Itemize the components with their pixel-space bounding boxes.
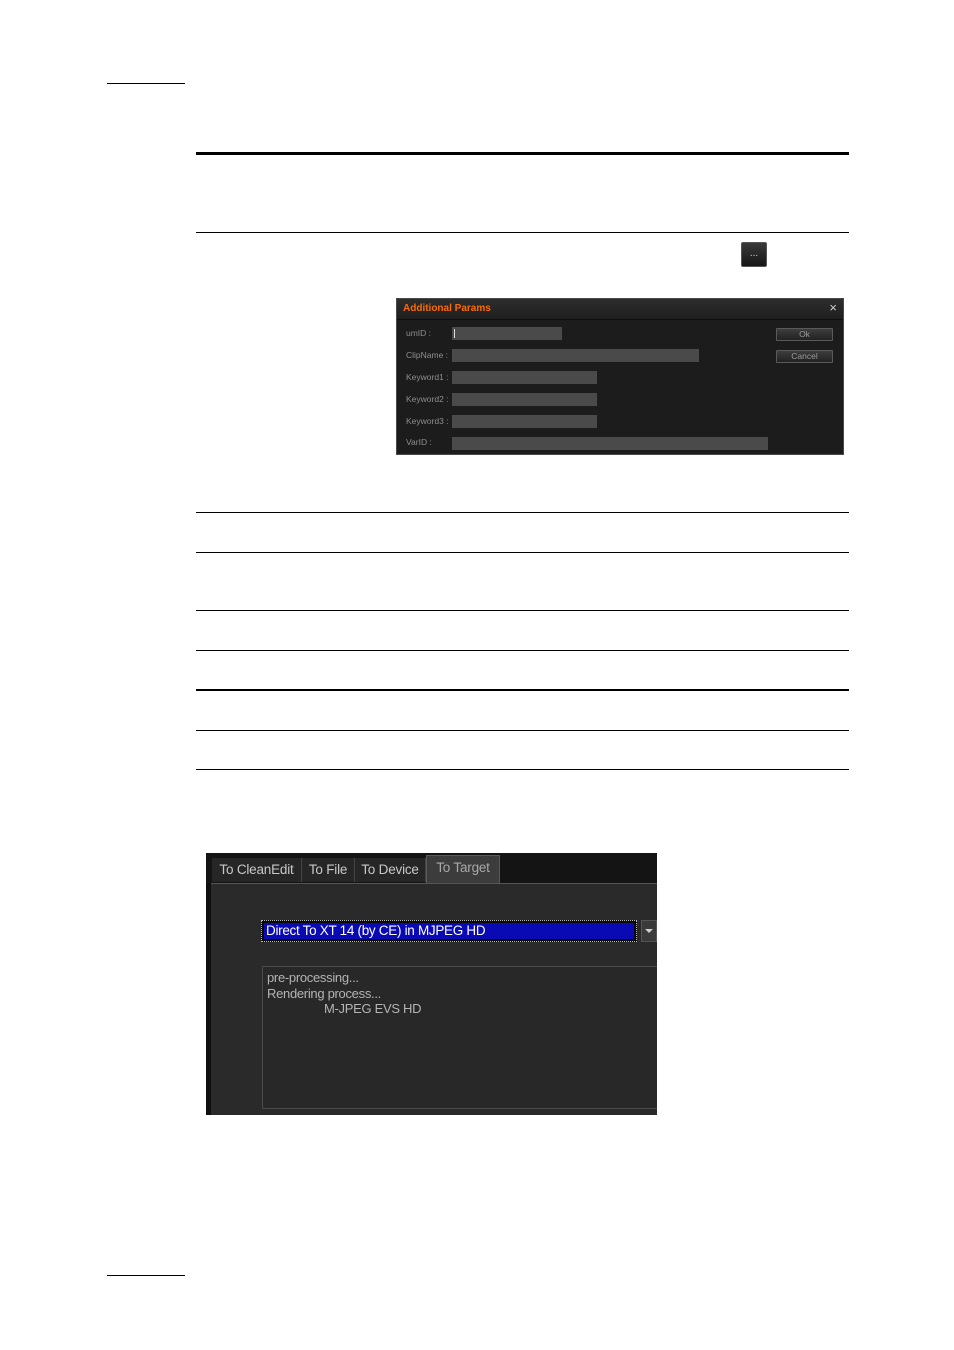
keyword1-label: Keyword1 : bbox=[406, 372, 449, 382]
table-section-rule bbox=[196, 689, 849, 691]
log-line: pre-processing... bbox=[267, 970, 359, 985]
table-top-rule bbox=[196, 152, 849, 155]
cancel-button[interactable]: Cancel bbox=[776, 350, 833, 363]
ok-button[interactable]: Ok bbox=[776, 328, 833, 341]
text-cursor bbox=[454, 329, 455, 338]
clipname-field[interactable] bbox=[452, 349, 699, 362]
table-rule bbox=[196, 730, 849, 731]
varid-field[interactable] bbox=[452, 437, 768, 450]
table-rule bbox=[196, 232, 849, 233]
clipname-label: ClipName : bbox=[406, 350, 449, 360]
footer-rule bbox=[107, 1275, 185, 1276]
varid-label: VarID : bbox=[406, 437, 432, 447]
keyword3-label: Keyword3 : bbox=[406, 416, 449, 426]
process-log: pre-processing... Rendering process... M… bbox=[262, 966, 657, 1109]
transfer-panel: To CleanEdit To File To Device To Target… bbox=[206, 853, 657, 1115]
table-rule bbox=[196, 512, 849, 513]
tab-to-file[interactable]: To File bbox=[302, 858, 355, 882]
keyword2-label: Keyword2 : bbox=[406, 394, 449, 404]
ellipsis-button[interactable]: ... bbox=[741, 242, 767, 267]
log-line: M-JPEG EVS HD bbox=[324, 1001, 422, 1016]
dialog-title: Additional Params bbox=[403, 303, 491, 314]
table-bottom-rule bbox=[196, 769, 849, 770]
table-rule bbox=[196, 552, 849, 553]
table-rule bbox=[196, 610, 849, 611]
tab-to-cleanedit[interactable]: To CleanEdit bbox=[212, 858, 302, 882]
table-rule bbox=[196, 650, 849, 651]
header-rule bbox=[107, 83, 185, 84]
log-line: Rendering process... bbox=[267, 985, 381, 1001]
target-select-value: Direct To XT 14 (by CE) in MJPEG HD bbox=[264, 923, 634, 939]
additional-params-dialog: Additional Params × umID : ClipName : Ke… bbox=[396, 298, 844, 455]
tab-strip: To CleanEdit To File To Device To Target bbox=[206, 853, 657, 883]
dialog-titlebar: Additional Params × bbox=[397, 299, 843, 320]
tab-to-device[interactable]: To Device bbox=[355, 858, 426, 882]
tab-panel-body: Direct To XT 14 (by CE) in MJPEG HD pre-… bbox=[211, 883, 657, 1115]
keyword3-field[interactable] bbox=[452, 415, 597, 428]
chevron-down-icon[interactable] bbox=[641, 920, 657, 942]
umid-label: umID : bbox=[406, 328, 432, 338]
keyword1-field[interactable] bbox=[452, 371, 597, 384]
keyword2-field[interactable] bbox=[452, 393, 597, 406]
close-icon[interactable]: × bbox=[829, 301, 837, 315]
tab-to-target[interactable]: To Target bbox=[426, 855, 500, 883]
target-select[interactable]: Direct To XT 14 (by CE) in MJPEG HD bbox=[261, 920, 637, 942]
umid-field[interactable] bbox=[452, 327, 562, 340]
